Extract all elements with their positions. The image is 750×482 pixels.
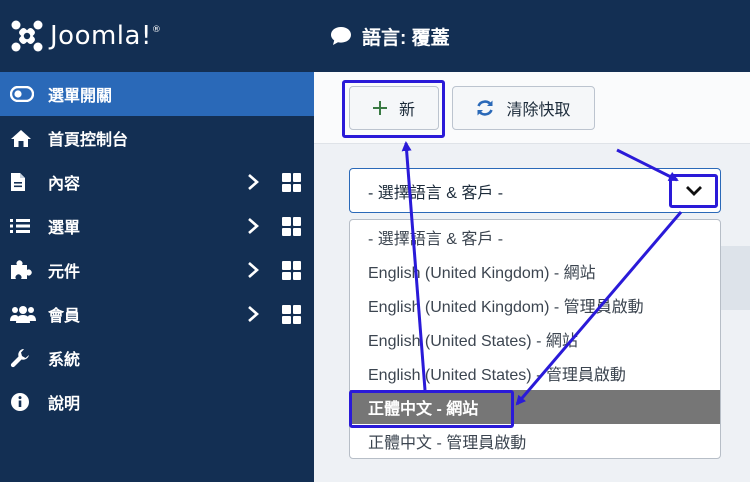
brand-name: Joomla!® [50, 21, 162, 51]
file-icon [10, 172, 36, 192]
language-dropdown-list: - 選擇語言 & 客戶 - English (United Kingdom) -… [349, 219, 721, 459]
sidebar-item-label: 選單開關 [48, 88, 113, 105]
page-title: 語言: 覆蓋 [362, 27, 450, 49]
language-client-select[interactable]: - 選擇語言 & 客戶 - [349, 168, 721, 213]
new-button-label: 新 [398, 102, 415, 119]
select-value: - 選擇語言 & 客戶 - [368, 184, 504, 202]
sidebar-item-label: 會員 [48, 308, 81, 325]
sidebar: Joomla!® 選單開關 首頁控制台 內容 選單 元件 會員 系統 說明 [0, 0, 314, 482]
dashboard-grid-icon[interactable] [282, 305, 301, 324]
sidebar-item-label: 元件 [48, 264, 81, 281]
dashboard-grid-icon[interactable] [282, 261, 301, 280]
users-icon [10, 304, 36, 324]
chevron-right-icon[interactable] [246, 305, 260, 323]
new-button[interactable]: 新 [349, 86, 439, 130]
page-header: 語言: 覆蓋 [314, 0, 750, 72]
dropdown-option[interactable]: English (United Kingdom) - 管理員啟動 [350, 288, 720, 322]
background-panel [720, 246, 750, 310]
refresh-icon [476, 99, 494, 117]
sidebar-item-home-dashboard[interactable]: 首頁控制台 [0, 116, 314, 160]
sidebar-item-label: 說明 [48, 396, 81, 413]
list-icon [10, 216, 36, 236]
dropdown-option[interactable]: 正體中文 - 管理員啟動 [350, 424, 720, 458]
sidebar-item-components[interactable]: 元件 [0, 248, 314, 292]
dropdown-option[interactable]: - 選擇語言 & 客戶 - [350, 220, 720, 254]
puzzle-icon [10, 260, 36, 280]
wrench-icon [10, 348, 36, 368]
sidebar-item-label: 內容 [48, 176, 81, 193]
clear-cache-button[interactable]: 清除快取 [452, 86, 595, 130]
select-toggle[interactable] [669, 174, 718, 208]
sidebar-item-label: 首頁控制台 [48, 132, 129, 149]
toggle-icon [10, 84, 36, 104]
brand[interactable]: Joomla!® [0, 0, 314, 72]
home-icon [10, 128, 36, 148]
sidebar-item-users[interactable]: 會員 [0, 292, 314, 336]
sidebar-menu: 選單開關 首頁控制台 內容 選單 元件 會員 系統 說明 [0, 72, 314, 424]
dashboard-grid-icon[interactable] [282, 217, 301, 236]
sidebar-item-menus[interactable]: 選單 [0, 204, 314, 248]
sidebar-item-help[interactable]: 說明 [0, 380, 314, 424]
toolbar: 新 清除快取 [314, 72, 750, 144]
sidebar-item-label: 系統 [48, 352, 81, 369]
sidebar-item-system[interactable]: 系統 [0, 336, 314, 380]
chevron-right-icon[interactable] [246, 173, 260, 191]
plus-icon [372, 101, 387, 115]
comment-icon [331, 27, 351, 45]
sidebar-item-toggle-menu[interactable]: 選單開關 [0, 72, 314, 116]
dropdown-option-highlighted[interactable]: 正體中文 - 網站 [350, 390, 720, 424]
clear-cache-button-label: 清除快取 [506, 102, 571, 119]
chevron-right-icon[interactable] [246, 261, 260, 279]
chevron-down-icon [685, 186, 702, 196]
sidebar-item-content[interactable]: 內容 [0, 160, 314, 204]
dropdown-option[interactable]: English (United States) - 網站 [350, 322, 720, 356]
chevron-right-icon[interactable] [246, 217, 260, 235]
joomla-logo-icon [11, 20, 43, 52]
sidebar-item-label: 選單 [48, 220, 81, 237]
dropdown-option[interactable]: English (United Kingdom) - 網站 [350, 254, 720, 288]
dropdown-option[interactable]: English (United States) - 管理員啟動 [350, 356, 720, 390]
info-icon [10, 392, 36, 412]
dashboard-grid-icon[interactable] [282, 173, 301, 192]
